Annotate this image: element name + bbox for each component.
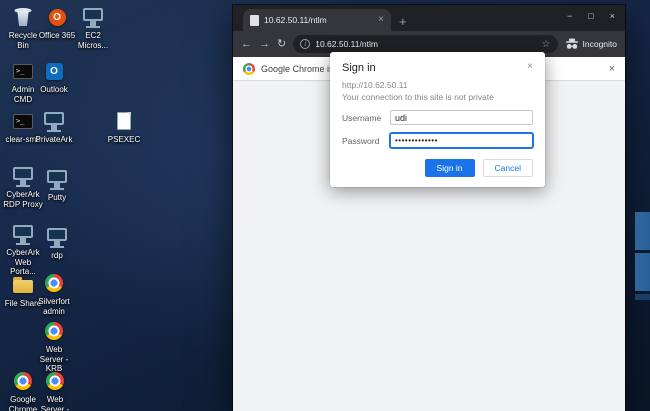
document-icon [111, 108, 137, 134]
desktop-icon-label: Outlook [33, 85, 75, 95]
incognito-badge: Incognito [565, 38, 618, 50]
dialog-close-icon[interactable]: × [527, 62, 533, 72]
start-tile[interactable] [635, 212, 650, 250]
remote-computer-icon [10, 163, 36, 189]
remote-computer-icon [80, 4, 106, 30]
desktop-icon-web-server-krb[interactable]: Web Server - KRB [33, 318, 75, 374]
maximize-button[interactable]: □ [588, 12, 593, 21]
desktop-icon-ec2[interactable]: EC2 Micros... [72, 4, 114, 50]
outlook-icon [41, 58, 67, 84]
signin-dialog: Sign in × http://10.62.50.11 Your connec… [330, 52, 545, 187]
chrome-icon [42, 368, 68, 394]
chrome-icon [41, 318, 67, 344]
desktop-icon-silverfort-admin[interactable]: Silverfort admin [33, 270, 75, 316]
username-label: Username [342, 113, 390, 123]
start-tile[interactable] [635, 253, 650, 291]
start-tile [635, 294, 650, 300]
infobar-close-icon[interactable]: × [609, 63, 615, 75]
chrome-icon [41, 270, 67, 296]
browser-tab[interactable]: 10.62.50.11/ntlm × [243, 9, 391, 31]
new-tab-button[interactable]: + [399, 15, 407, 28]
remote-computer-icon [44, 224, 70, 250]
desktop-icon-label: Web Server - NTLM [34, 395, 76, 411]
refresh-button[interactable]: ↻ [277, 39, 286, 50]
desktop-icon-psexec[interactable]: PSEXEC [103, 108, 145, 145]
window-controls: − □ × [567, 12, 615, 21]
desktop-icon-privateark[interactable]: PrivateArk [33, 108, 75, 145]
tab-strip: 10.62.50.11/ntlm × + − □ × [233, 5, 625, 31]
site-info-icon[interactable]: i [300, 39, 310, 49]
forward-button[interactable]: → [259, 39, 270, 50]
password-label: Password [342, 136, 390, 146]
address-url: 10.62.50.11/ntlm [315, 39, 536, 49]
bookmark-star-icon[interactable]: ☆ [542, 39, 551, 50]
tab-close-icon[interactable]: × [378, 15, 384, 25]
minimize-button[interactable]: − [567, 12, 572, 21]
desktop-icon-putty[interactable]: Putty [36, 166, 78, 203]
chrome-logo-icon [243, 63, 255, 75]
office365-icon [44, 4, 70, 30]
signin-button[interactable]: Sign in [425, 159, 475, 177]
cancel-button[interactable]: Cancel [483, 159, 533, 177]
remote-computer-icon [10, 221, 36, 247]
remote-computer-icon [44, 166, 70, 192]
dialog-site-url: http://10.62.50.11 [342, 80, 533, 90]
recycle-bin-icon [10, 4, 36, 30]
dialog-title: Sign in [342, 62, 527, 74]
desktop-icon-web-server-ntlm[interactable]: Web Server - NTLM [34, 368, 76, 411]
remote-computer-icon [41, 108, 67, 134]
desktop-icon-label: Putty [36, 193, 78, 203]
desktop-icon-label: PrivateArk [33, 135, 75, 145]
tab-favicon-icon [250, 15, 259, 26]
desktop-icon-label: PSEXEC [103, 135, 145, 145]
chrome-icon [10, 368, 36, 394]
password-field[interactable] [390, 133, 533, 148]
desktop-icon-label: Silverfort admin [33, 297, 75, 316]
back-button[interactable]: ← [241, 39, 252, 50]
desktop: Recycle Bin Office 365 EC2 Micros... Adm… [0, 0, 650, 411]
address-bar[interactable]: i 10.62.50.11/ntlm ☆ [293, 35, 557, 53]
desktop-icon-outlook[interactable]: Outlook [33, 58, 75, 95]
username-field[interactable] [390, 110, 533, 125]
tab-title: 10.62.50.11/ntlm [264, 15, 373, 25]
window-close-button[interactable]: × [610, 12, 615, 21]
desktop-icon-rdp[interactable]: rdp [36, 224, 78, 261]
desktop-icon-label: EC2 Micros... [72, 31, 114, 50]
dialog-privacy-warning: Your connection to this site is not priv… [342, 92, 533, 102]
desktop-icon-label: rdp [36, 251, 78, 261]
incognito-label: Incognito [583, 39, 618, 49]
incognito-icon [565, 38, 579, 50]
